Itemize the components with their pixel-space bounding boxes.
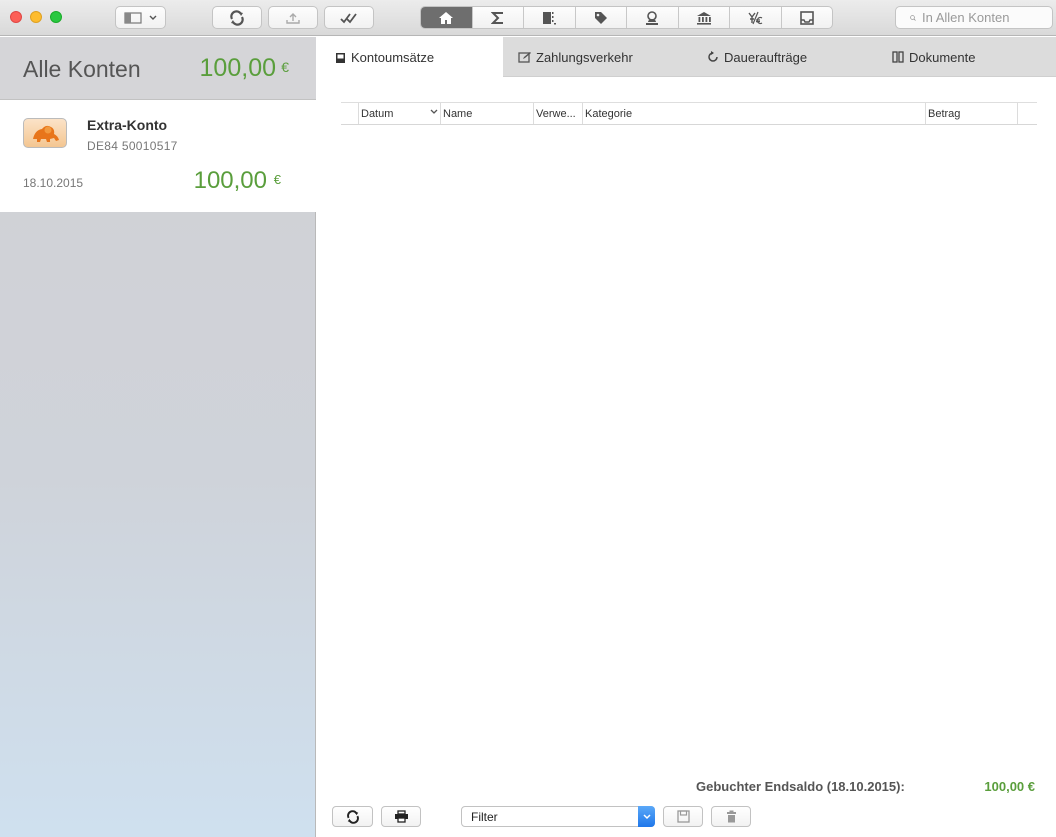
account-date: 18.10.2015: [23, 176, 84, 190]
search-icon: [910, 14, 916, 21]
currency-icon: [748, 11, 763, 24]
contacts-view-button[interactable]: [627, 7, 679, 28]
refresh-button[interactable]: [212, 6, 262, 29]
tab-label: Dokumente: [909, 49, 976, 65]
upload-button[interactable]: [268, 6, 318, 29]
transactions-table: Datum Name Verwe... Kategorie Betrag: [341, 102, 1037, 125]
column-header-betrag[interactable]: Betrag: [925, 103, 1018, 124]
sum-view-button[interactable]: [473, 7, 524, 28]
tab-zahlungsverkehr[interactable]: Zahlungsverkehr: [518, 37, 633, 77]
column-header-verwendungszweck[interactable]: Verwe...: [533, 103, 582, 124]
double-check-icon: [340, 12, 357, 23]
tab-label: Zahlungsverkehr: [536, 49, 633, 65]
trash-icon: [726, 810, 736, 823]
tab-bar: Kontoumsätze Zahlungsverkehr Daueraufträ…: [317, 37, 1056, 78]
close-window-button[interactable]: [10, 11, 22, 23]
repeat-icon: [708, 51, 718, 62]
ledger-icon: [336, 52, 345, 63]
column-header-name[interactable]: Name: [440, 103, 533, 124]
accounts-sidebar: Alle Konten 100,00 € Extra-Konto DE84 50…: [0, 37, 316, 837]
bank-logo-lion-icon: [23, 118, 67, 148]
save-icon: [676, 810, 690, 823]
tab-kontoumsaetze[interactable]: Kontoumsätze: [317, 37, 503, 78]
person-icon: [646, 10, 659, 25]
home-view-button[interactable]: [421, 7, 473, 28]
inbox-icon: [799, 10, 814, 25]
all-accounts-title: Alle Konten: [23, 56, 141, 82]
delete-filter-button[interactable]: [711, 806, 751, 827]
tab-dauerauftraege[interactable]: Daueraufträge: [707, 37, 807, 77]
printer-icon: [394, 810, 408, 823]
account-balance: 100,00: [193, 167, 267, 194]
tab-dokumente[interactable]: Dokumente: [892, 37, 975, 77]
print-button[interactable]: [381, 806, 421, 827]
analysis-view-button[interactable]: [524, 7, 576, 28]
minimize-window-button[interactable]: [30, 11, 42, 23]
bank-icon: [696, 11, 711, 25]
filter-select[interactable]: Filter: [461, 806, 655, 827]
booked-balance-value: 100,00 €: [984, 779, 1035, 794]
save-filter-button[interactable]: [663, 806, 703, 827]
account-iban: DE84 50010517: [87, 139, 177, 153]
account-currency: €: [273, 172, 281, 187]
chevron-down-icon[interactable]: [638, 806, 655, 827]
documents-icon: [892, 51, 904, 63]
tags-view-button[interactable]: [576, 7, 627, 28]
account-name: Extra-Konto: [87, 117, 168, 133]
column-header-datum[interactable]: Datum: [358, 103, 442, 124]
view-segmented-control: [420, 6, 833, 29]
mark-all-read-button[interactable]: [324, 6, 374, 29]
search-field[interactable]: [895, 6, 1053, 29]
sidebar-view-menu-button[interactable]: [115, 6, 166, 29]
all-accounts-currency: €: [281, 59, 289, 75]
tag-icon: [594, 11, 607, 24]
refresh-icon: [230, 9, 244, 26]
column-header-extra[interactable]: [1017, 103, 1035, 124]
booked-balance-label: Gebuchter Endsaldo (18.10.2015):: [696, 779, 905, 794]
sigma-icon: [490, 11, 503, 24]
tab-label: Kontoumsätze: [351, 50, 435, 65]
refresh-icon: [346, 809, 359, 824]
home-icon: [439, 11, 454, 24]
filter-selected-value: Filter: [471, 810, 498, 824]
all-accounts-row[interactable]: Alle Konten 100,00 €: [0, 37, 316, 100]
tab-label: Daueraufträge: [724, 49, 808, 65]
account-item-extra-konto[interactable]: Extra-Konto DE84 50010517 18.10.2015 100…: [0, 100, 316, 212]
search-input[interactable]: [922, 10, 1052, 25]
currency-view-button[interactable]: [730, 7, 782, 28]
column-header-kategorie[interactable]: Kategorie: [582, 103, 925, 124]
sidebar-view-icon: [123, 11, 156, 24]
chart-icon: [543, 11, 557, 24]
window-toolbar: [0, 0, 1056, 36]
edit-form-icon: [518, 52, 531, 63]
upload-icon: [286, 12, 300, 24]
sort-descending-icon: [430, 109, 438, 114]
banks-view-button[interactable]: [679, 7, 730, 28]
zoom-window-button[interactable]: [50, 11, 62, 23]
all-accounts-balance: 100,00: [199, 54, 276, 82]
inbox-view-button[interactable]: [782, 7, 833, 28]
refresh-account-button[interactable]: [332, 806, 373, 827]
